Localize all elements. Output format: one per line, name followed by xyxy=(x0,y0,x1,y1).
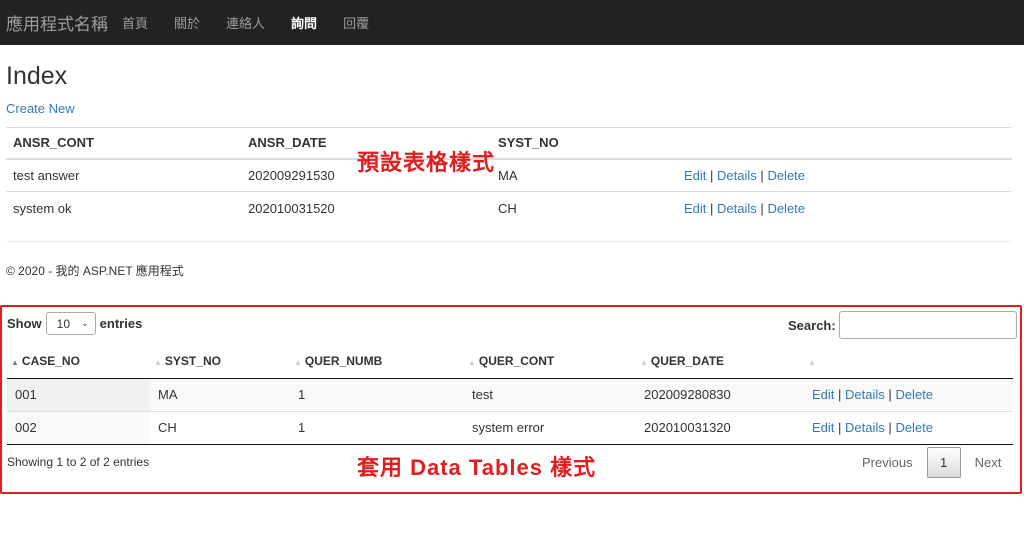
cell-ansr-cont: test answer xyxy=(6,158,241,192)
page-button-current[interactable]: 1 xyxy=(926,447,961,478)
header-quer-cont[interactable]: ▲ QUER_CONT xyxy=(464,345,636,379)
separator: | xyxy=(760,200,764,216)
edit-link[interactable]: Edit xyxy=(684,168,706,183)
cell-actions: Edit | Details | Delete xyxy=(804,410,1013,445)
cell-ansr-date: 202010031520 xyxy=(241,191,491,225)
datatable: ▲ CASE_NO ▲ SYST_NO ▲ QUER_NUMB ▲ QUER_CONT … xyxy=(7,345,1013,445)
details-link[interactable]: Details xyxy=(845,420,885,435)
search-label: Search: xyxy=(788,317,836,333)
cell-actions: Edit | Details | Delete xyxy=(677,158,1012,192)
header-quer-numb[interactable]: ▲ QUER_NUMB xyxy=(290,345,464,379)
cell-quer-cont: system error xyxy=(464,410,636,445)
delete-link[interactable]: Delete xyxy=(895,387,933,402)
cell-syst-no: MA xyxy=(491,158,677,192)
cell-actions: Edit | Details | Delete xyxy=(804,377,1013,411)
default-table-header-row: ANSR_CONT ANSR_DATE SYST_NO xyxy=(6,127,1012,160)
top-navbar: 應用程式名稱 首頁 關於 連絡人 詢問 回覆 xyxy=(0,0,1024,45)
delete-link[interactable]: Delete xyxy=(895,420,933,435)
edit-link[interactable]: Edit xyxy=(812,420,834,435)
table-row: 001 MA 1 test 202009280830 Edit | Detail… xyxy=(7,377,1013,411)
page-title: Index xyxy=(6,62,68,90)
nav-item-about[interactable]: 關於 xyxy=(174,13,200,32)
page-footer: © 2020 - 我的 ASP.NET 應用程式 xyxy=(6,264,184,278)
separator: | xyxy=(838,420,842,435)
table-row: system ok 202010031520 CH Edit | Details… xyxy=(6,191,1012,225)
show-label: Show xyxy=(7,316,42,331)
details-link[interactable]: Details xyxy=(717,201,757,216)
table-row: test answer 202009291530 MA Edit | Detai… xyxy=(6,158,1012,192)
header-syst-no[interactable]: ▲ SYST_NO xyxy=(150,345,290,379)
sort-both-icon: ▲ xyxy=(468,358,476,368)
page-length-control: Show 10 ⌄ entries xyxy=(7,312,142,335)
datatable-header-row: ▲ CASE_NO ▲ SYST_NO ▲ QUER_NUMB ▲ QUER_CONT … xyxy=(7,345,1013,379)
header-case-no[interactable]: ▲ CASE_NO xyxy=(7,345,150,379)
header-actions[interactable]: ▲ xyxy=(804,345,1013,379)
sort-both-icon: ▲ xyxy=(808,358,816,368)
nav-item-contact[interactable]: 連絡人 xyxy=(226,13,265,32)
sort-both-icon: ▲ xyxy=(154,358,162,368)
header-actions xyxy=(677,127,1012,160)
separator: | xyxy=(888,387,892,402)
navbar-brand[interactable]: 應用程式名稱 xyxy=(0,10,122,35)
separator: | xyxy=(888,420,892,435)
cell-case-no: 002 xyxy=(7,410,150,445)
page-length-value: 10 xyxy=(56,316,71,331)
header-label: QUER_CONT xyxy=(478,354,555,369)
entries-label: entries xyxy=(99,316,143,331)
header-label: QUER_DATE xyxy=(650,354,725,369)
edit-link[interactable]: Edit xyxy=(684,201,706,216)
page-length-select[interactable]: 10 ⌄ xyxy=(45,312,96,335)
header-label: QUER_NUMB xyxy=(304,354,383,369)
create-new-link[interactable]: Create New xyxy=(6,101,75,116)
annotation-default-style: 預設表格樣式 xyxy=(357,150,496,175)
cell-quer-cont: test xyxy=(464,377,636,411)
footer-divider xyxy=(6,241,1012,242)
edit-link[interactable]: Edit xyxy=(812,387,834,402)
details-link[interactable]: Details xyxy=(717,168,757,183)
sort-both-icon: ▲ xyxy=(294,358,302,368)
header-label: SYST_NO xyxy=(164,354,221,369)
cell-syst-no: MA xyxy=(150,377,290,411)
default-table: ANSR_CONT ANSR_DATE SYST_NO test answer … xyxy=(6,127,1012,225)
separator: | xyxy=(760,167,764,183)
table-info: Showing 1 to 2 of 2 entries xyxy=(7,455,150,469)
cell-ansr-cont: system ok xyxy=(6,191,241,225)
cell-syst-no: CH xyxy=(491,191,677,225)
nav-item-home[interactable]: 首頁 xyxy=(122,13,148,32)
cell-quer-date: 202010031320 xyxy=(636,410,804,445)
separator: | xyxy=(710,200,714,216)
details-link[interactable]: Details xyxy=(845,387,885,402)
next-button[interactable]: Next xyxy=(963,455,1014,470)
cell-syst-no: CH xyxy=(150,410,290,445)
nav-item-query[interactable]: 詢問 xyxy=(291,13,317,32)
sort-both-icon: ▲ xyxy=(640,358,648,368)
annotation-datatables-style: 套用 Data Tables 樣式 xyxy=(357,455,597,480)
cell-quer-numb: 1 xyxy=(290,410,464,445)
search-input[interactable] xyxy=(838,311,1017,339)
header-label: CASE_NO xyxy=(21,354,80,369)
cell-case-no: 001 xyxy=(7,377,150,411)
separator: | xyxy=(710,167,714,183)
search-control: Search: xyxy=(788,311,1017,339)
delete-link[interactable]: Delete xyxy=(767,168,805,183)
header-syst-no: SYST_NO xyxy=(491,127,677,160)
nav-item-reply[interactable]: 回覆 xyxy=(343,13,369,32)
sort-asc-icon: ▲ xyxy=(11,358,19,368)
separator: | xyxy=(838,387,842,402)
chevron-down-icon: ⌄ xyxy=(81,318,89,328)
previous-button[interactable]: Previous xyxy=(850,455,925,470)
pagination: Previous 1 Next xyxy=(850,447,1013,478)
delete-link[interactable]: Delete xyxy=(767,201,805,216)
table-row: 002 CH 1 system error 202010031320 Edit … xyxy=(7,410,1013,445)
cell-quer-numb: 1 xyxy=(290,377,464,411)
header-quer-date[interactable]: ▲ QUER_DATE xyxy=(636,345,804,379)
header-ansr-cont: ANSR_CONT xyxy=(6,127,241,160)
cell-quer-date: 202009280830 xyxy=(636,377,804,411)
cell-actions: Edit | Details | Delete xyxy=(677,191,1012,225)
